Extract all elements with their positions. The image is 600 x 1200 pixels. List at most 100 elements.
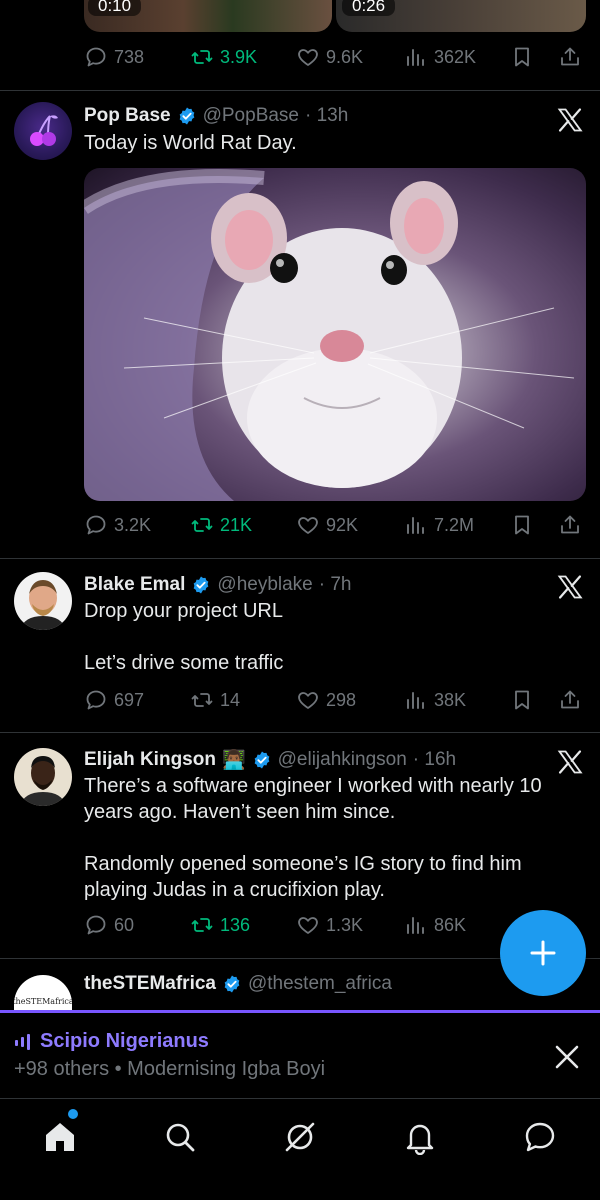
author-handle[interactable]: @heyblake (217, 574, 312, 596)
author-handle[interactable]: @elijahkingson (278, 749, 407, 771)
heart-icon (296, 513, 320, 537)
repost-icon (190, 688, 214, 712)
views-icon (404, 513, 428, 537)
avatar-text: theSTEMafrica (14, 997, 72, 1006)
close-icon[interactable] (552, 1042, 582, 1072)
author-name[interactable]: theSTEMafrica (84, 973, 216, 995)
views-count: 362K (434, 46, 477, 67)
reply-button[interactable]: 697 (84, 688, 144, 712)
x-logo-icon[interactable] (556, 748, 584, 776)
views-icon (404, 688, 428, 712)
repost-icon (190, 45, 214, 69)
notification-dot (68, 1109, 78, 1119)
author-emoji: 👨🏾‍💻 (221, 750, 246, 771)
verified-badge-icon (177, 106, 197, 126)
reply-icon (84, 688, 108, 712)
space-title-text: Scipio Nigerianus (40, 1030, 209, 1052)
like-button[interactable]: 298 (296, 688, 356, 712)
space-title[interactable]: Scipio Nigerianus (14, 1030, 209, 1053)
like-button[interactable]: 9.6K (296, 45, 363, 69)
reply-button[interactable]: 738 (84, 45, 144, 69)
repost-button[interactable]: 14 (190, 688, 240, 712)
video-thumbnail[interactable]: 0:10 (84, 0, 332, 32)
reply-icon (84, 45, 108, 69)
bookmark-icon (510, 513, 534, 537)
person-avatar-icon (20, 580, 66, 630)
tweet-time: · 13h (305, 105, 349, 126)
divider (0, 732, 600, 733)
grok-icon[interactable] (282, 1119, 318, 1155)
author-handle[interactable]: @PopBase (203, 105, 299, 127)
bookmark-button[interactable] (510, 45, 534, 69)
x-logo-icon[interactable] (556, 573, 584, 601)
like-button[interactable]: 1.3K (296, 913, 363, 937)
bottom-nav (0, 1098, 600, 1200)
avatar[interactable]: theSTEMafrica (14, 975, 72, 1010)
share-icon (558, 688, 582, 712)
repost-icon (190, 913, 214, 937)
repost-button[interactable]: 21K (190, 513, 252, 537)
repost-button[interactable]: 3.9K (190, 45, 257, 69)
search-icon[interactable] (162, 1119, 198, 1155)
spaces-bar[interactable] (0, 1010, 600, 1098)
repost-icon (190, 513, 214, 537)
tweet-header: Blake Emal @heyblake · 7h (84, 571, 352, 599)
tweet-action-bar: 3.2K 21K 92K 7.2M (84, 510, 586, 540)
messages-icon[interactable] (522, 1119, 558, 1155)
plus-icon (530, 940, 556, 966)
reply-button[interactable]: 3.2K (84, 513, 151, 537)
author-name[interactable]: Pop Base (84, 105, 171, 127)
views-count: 86K (434, 914, 467, 935)
like-count: 9.6K (326, 46, 364, 67)
avatar[interactable] (14, 748, 72, 806)
repost-count: 136 (220, 914, 251, 935)
compose-button[interactable] (500, 910, 586, 996)
tweet-action-bar: 697 14 298 38K (84, 685, 586, 715)
space-subtitle: +98 others • Modernising Igba Boyi (14, 1058, 326, 1080)
bookmark-button[interactable] (510, 688, 534, 712)
avatar[interactable] (14, 102, 72, 160)
tweet-image[interactable] (84, 168, 586, 501)
avatar[interactable] (14, 572, 72, 630)
views-button[interactable]: 7.2M (404, 513, 474, 537)
views-button[interactable]: 38K (404, 688, 466, 712)
bookmark-icon (510, 688, 534, 712)
bookmark-icon (510, 45, 534, 69)
repost-button[interactable]: 136 (190, 913, 250, 937)
share-icon (558, 513, 582, 537)
share-icon (558, 45, 582, 69)
bell-icon[interactable] (402, 1119, 438, 1155)
verified-badge-icon (191, 575, 211, 595)
repost-count: 14 (220, 689, 241, 710)
like-count: 92K (326, 514, 359, 535)
repost-count: 3.9K (220, 46, 258, 67)
views-button[interactable]: 86K (404, 913, 466, 937)
reply-count: 60 (114, 914, 135, 935)
verified-badge-icon (252, 750, 272, 770)
author-name[interactable]: Blake Emal (84, 574, 185, 596)
share-button[interactable] (558, 688, 582, 712)
reply-button[interactable]: 60 (84, 913, 134, 937)
like-button[interactable]: 92K (296, 513, 358, 537)
reply-count: 697 (114, 689, 145, 710)
share-button[interactable] (558, 513, 582, 537)
views-icon (404, 913, 428, 937)
top-post-media[interactable]: 0:10 0:26 (84, 0, 586, 32)
bookmark-button[interactable] (510, 513, 534, 537)
tweet-header: Pop Base @PopBase · 13h (84, 102, 348, 130)
views-count: 7.2M (434, 514, 475, 535)
home-icon[interactable] (42, 1119, 78, 1155)
views-icon (404, 45, 428, 69)
person-avatar-icon (20, 756, 66, 806)
reply-icon (84, 513, 108, 537)
views-button[interactable]: 362K (404, 45, 476, 69)
video-thumbnail[interactable]: 0:26 (336, 0, 586, 32)
author-handle[interactable]: @thestem_africa (248, 973, 392, 995)
author-name[interactable]: Elijah Kingson (84, 749, 216, 771)
rat-photo-icon (84, 169, 575, 501)
reply-count: 3.2K (114, 514, 152, 535)
heart-icon (296, 913, 320, 937)
share-button[interactable] (558, 45, 582, 69)
audio-bars-icon (15, 1033, 30, 1050)
like-count: 1.3K (326, 914, 364, 935)
